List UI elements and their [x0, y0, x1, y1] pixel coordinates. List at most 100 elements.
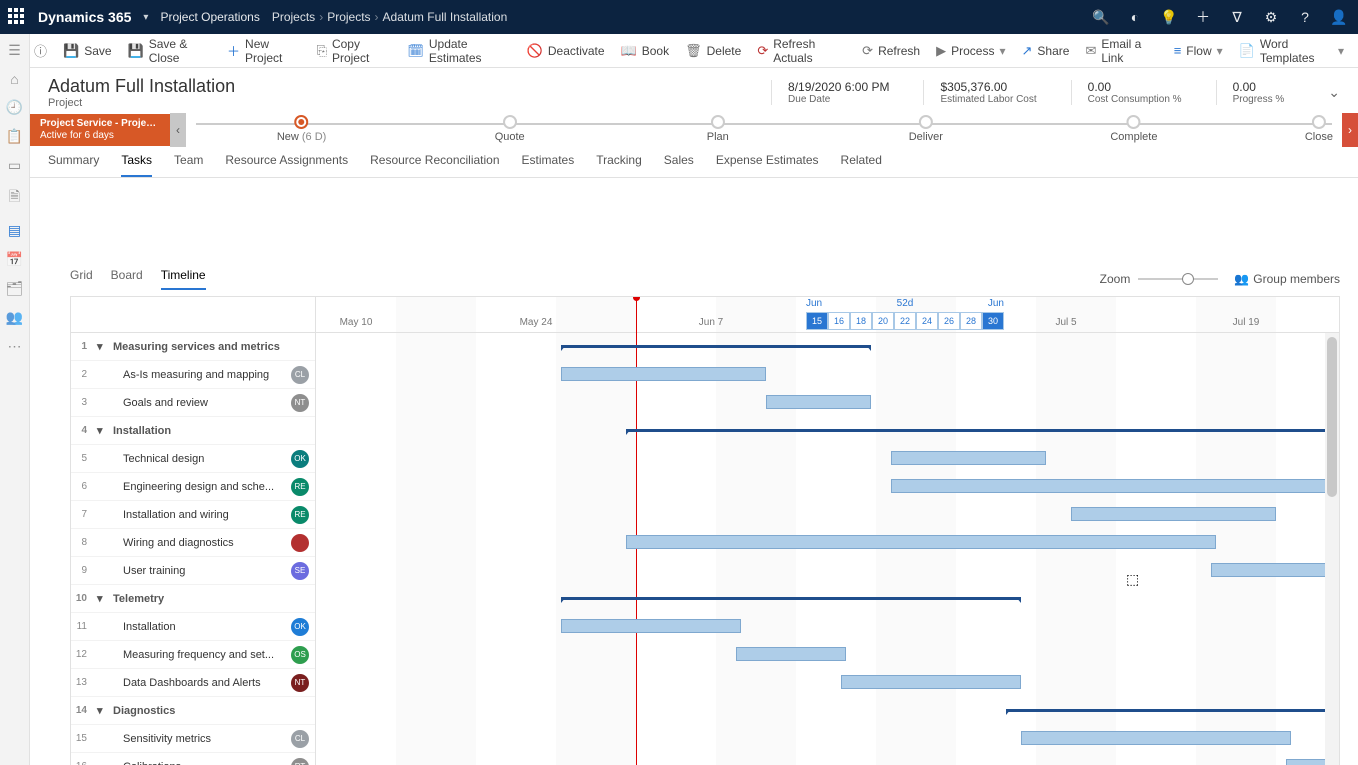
lightbulb-icon[interactable]: 💡 [1158, 9, 1180, 26]
refresh-actuals-button[interactable]: ⟳Refresh Actuals [757, 37, 846, 65]
task-row[interactable]: 3Goals and reviewNT [71, 389, 315, 417]
area-name[interactable]: Project Operations [160, 10, 259, 24]
task-row[interactable]: 1▾Measuring services and metrics [71, 333, 315, 361]
update-estimates-button[interactable]: 🗓Update Estimates [407, 37, 510, 65]
date-selection[interactable]: Jun52dJun151618202224262830 [806, 299, 1004, 329]
tab-estimates[interactable]: Estimates [522, 153, 575, 177]
user-icon[interactable]: 👤 [1328, 9, 1350, 26]
add-icon[interactable]: ＋ [1192, 7, 1214, 27]
search-icon[interactable]: 🔍 [1090, 9, 1112, 26]
email-link-button[interactable]: ✉Email a Link [1085, 37, 1157, 65]
app-launcher-icon[interactable] [8, 8, 26, 26]
task-row[interactable]: 5Technical designOK [71, 445, 315, 473]
tab-resource-reconciliation[interactable]: Resource Reconciliation [370, 153, 499, 177]
bpf-stage[interactable]: Deliver [909, 115, 943, 143]
rail-item-icon[interactable]: 👥 [6, 309, 23, 326]
gear-icon[interactable]: ⚙ [1260, 9, 1282, 26]
book-button[interactable]: 📖Book [621, 43, 670, 59]
task-bar[interactable] [736, 647, 846, 661]
copy-project-button[interactable]: ⎘Copy Project [317, 37, 392, 65]
vertical-scrollbar[interactable] [1325, 333, 1339, 765]
summary-bar[interactable] [561, 345, 871, 348]
task-icon[interactable]: ◐ [1124, 9, 1146, 25]
summary-bar[interactable] [561, 597, 1021, 600]
rail-menu-icon[interactable]: ☰ [8, 42, 21, 59]
summary-bar[interactable] [626, 429, 1339, 432]
bpf-stage[interactable]: Quote [495, 115, 525, 143]
bpf-next-icon[interactable]: › [1342, 113, 1358, 147]
task-row[interactable]: 6Engineering design and sche...RE [71, 473, 315, 501]
task-bar[interactable] [1071, 507, 1276, 521]
info-button[interactable]: ⓘ [34, 41, 47, 60]
task-bar[interactable] [891, 451, 1046, 465]
help-icon[interactable]: ? [1294, 9, 1316, 25]
delete-button[interactable]: 🗑Delete [685, 43, 741, 59]
brand-caret-icon[interactable]: ▾ [143, 12, 148, 23]
breadcrumb-item[interactable]: Adatum Full Installation [383, 10, 508, 24]
timeline-pane[interactable]: May 10May 24Jun 7Jul 5Jul 19Aug 2Jun52dJ… [316, 297, 1339, 765]
rail-pinned-icon[interactable]: 📋 [6, 128, 23, 145]
viewtab-board[interactable]: Board [111, 268, 143, 290]
task-row[interactable]: 4▾Installation [71, 417, 315, 445]
brand[interactable]: Dynamics 365 [38, 9, 131, 25]
rail-home-icon[interactable]: ⌂ [10, 71, 18, 87]
tab-expense-estimates[interactable]: Expense Estimates [716, 153, 819, 177]
viewtab-grid[interactable]: Grid [70, 268, 93, 290]
bpf-prev-icon[interactable]: ‹ [170, 113, 186, 147]
group-members-button[interactable]: 👥Group members [1234, 272, 1340, 286]
rail-item-icon[interactable]: ▭ [8, 157, 21, 174]
process-button[interactable]: ▶Process▾ [936, 43, 1005, 59]
rail-item-icon[interactable]: 🗂 [6, 280, 24, 297]
task-bar[interactable] [561, 367, 766, 381]
task-row[interactable]: 7Installation and wiringRE [71, 501, 315, 529]
bpf-stage[interactable]: New (6 D) [277, 115, 327, 143]
zoom-slider[interactable] [1138, 278, 1218, 280]
rail-item-icon[interactable]: ⋯ [8, 338, 22, 355]
task-row[interactable]: 12Measuring frequency and set...OS [71, 641, 315, 669]
save-close-button[interactable]: 💾Save & Close [128, 37, 211, 65]
task-row[interactable]: 11InstallationOK [71, 613, 315, 641]
task-row[interactable]: 8Wiring and diagnostics [71, 529, 315, 557]
tab-related[interactable]: Related [841, 153, 882, 177]
zoom-control[interactable]: Zoom [1100, 272, 1219, 286]
breadcrumb-item[interactable]: Projects [272, 10, 315, 24]
tab-summary[interactable]: Summary [48, 153, 99, 177]
bpf-stage[interactable]: Plan [707, 115, 729, 143]
share-button[interactable]: ↗Share [1022, 43, 1070, 59]
task-row[interactable]: 13Data Dashboards and AlertsNT [71, 669, 315, 697]
task-bar[interactable] [1021, 731, 1291, 745]
task-bar[interactable] [891, 479, 1339, 493]
bpf-stage[interactable]: Close [1305, 115, 1333, 143]
breadcrumb-item[interactable]: Projects [327, 10, 370, 24]
expand-header-icon[interactable]: ⌄ [1318, 84, 1340, 101]
task-bar[interactable] [561, 619, 741, 633]
word-templates-button[interactable]: 📄Word Templates▾ [1239, 37, 1344, 65]
task-row[interactable]: 14▾Diagnostics [71, 697, 315, 725]
filter-icon[interactable]: ∇ [1226, 9, 1248, 26]
task-row[interactable]: 10▾Telemetry [71, 585, 315, 613]
tab-sales[interactable]: Sales [664, 153, 694, 177]
tab-tasks[interactable]: Tasks [121, 153, 152, 177]
task-row[interactable]: 2As-Is measuring and mappingCL [71, 361, 315, 389]
task-row[interactable]: 16CalibrationsRT [71, 753, 315, 765]
task-bar[interactable] [1211, 563, 1339, 577]
task-row[interactable]: 9User trainingSE [71, 557, 315, 585]
summary-bar[interactable] [1006, 709, 1339, 712]
flow-button[interactable]: ≡Flow▾ [1174, 43, 1223, 58]
tab-tracking[interactable]: Tracking [596, 153, 642, 177]
bpf-pill[interactable]: Project Service - Project ... Active for… [30, 114, 170, 146]
rail-projects-icon[interactable]: ▤ [8, 222, 21, 239]
deactivate-button[interactable]: 🚫Deactivate [527, 43, 605, 59]
task-row[interactable]: 15Sensitivity metricsCL [71, 725, 315, 753]
bpf-stage[interactable]: Complete [1110, 115, 1157, 143]
tab-team[interactable]: Team [174, 153, 203, 177]
task-bar[interactable] [766, 395, 871, 409]
task-bar[interactable] [841, 675, 1021, 689]
rail-item-icon[interactable]: 🗎 [9, 186, 20, 210]
rail-recent-icon[interactable]: 🕘 [6, 99, 23, 116]
task-bar[interactable] [626, 535, 1216, 549]
refresh-button[interactable]: ⟳Refresh [862, 43, 920, 59]
tab-resource-assignments[interactable]: Resource Assignments [225, 153, 348, 177]
save-button[interactable]: 💾Save [63, 43, 112, 59]
rail-item-icon[interactable]: 📅 [6, 251, 23, 268]
